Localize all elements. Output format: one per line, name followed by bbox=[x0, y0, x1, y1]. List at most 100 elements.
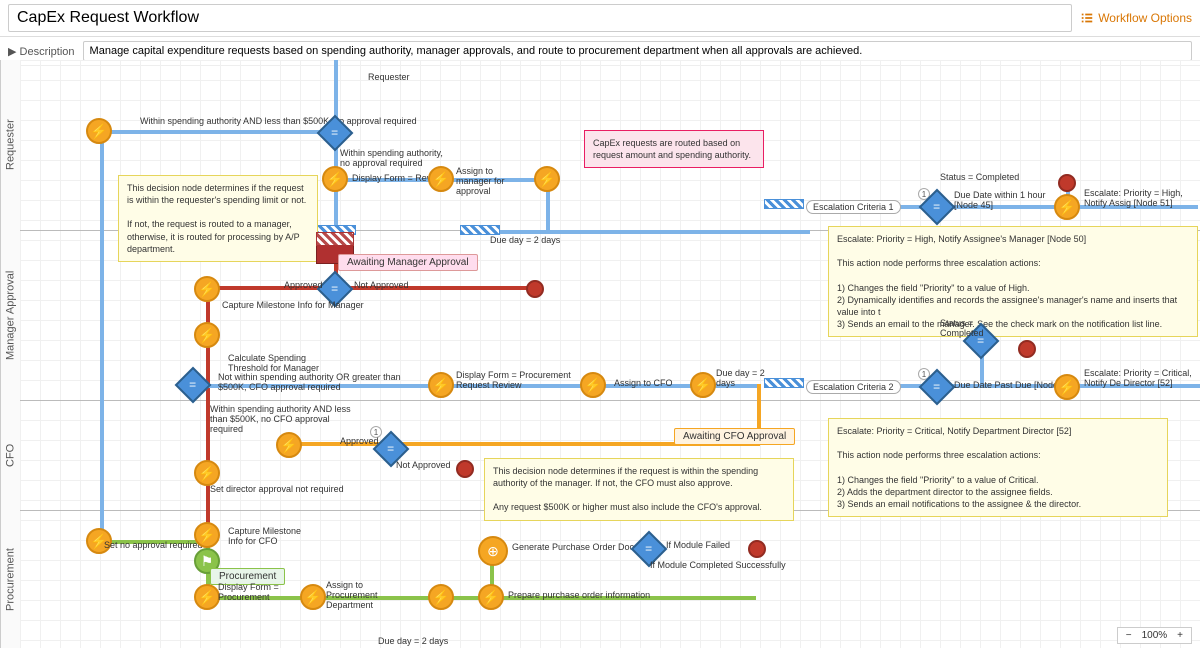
node-label: Due day = 2 days bbox=[716, 368, 766, 388]
note-line: 3) Sends an email notifications to the a… bbox=[837, 498, 1159, 510]
action-node[interactable]: ⚡ bbox=[428, 166, 454, 192]
note-escalation-52: Escalate: Priority = Critical, Notify De… bbox=[828, 418, 1168, 517]
note-line: This action node performs three escalati… bbox=[837, 449, 1159, 461]
node-label: Assign to Procurement Department bbox=[326, 580, 406, 610]
node-label: Display Form = Procurement Request Revie… bbox=[456, 370, 576, 390]
action-node[interactable]: ⚡ bbox=[428, 372, 454, 398]
action-node[interactable]: ⚡ bbox=[276, 432, 302, 458]
action-node[interactable]: ⚡ bbox=[322, 166, 348, 192]
stop-node[interactable] bbox=[748, 540, 766, 558]
bolt-icon: ⚡ bbox=[1058, 379, 1075, 396]
note-line: 1) Changes the field "Priority" to a val… bbox=[837, 474, 1159, 486]
bolt-icon: ⚡ bbox=[198, 527, 215, 544]
bolt-icon: ⚑ bbox=[201, 553, 214, 570]
action-node[interactable]: ⚡ bbox=[690, 372, 716, 398]
action-node[interactable]: ⚡ bbox=[428, 584, 454, 610]
note-line: 2) Dynamically identifies and records th… bbox=[837, 294, 1189, 318]
equals-icon: = bbox=[331, 282, 338, 296]
equals-icon: = bbox=[933, 380, 940, 394]
node-label: Due Date within 1 hour [Node 45] bbox=[954, 190, 1064, 210]
escalation-hatch bbox=[460, 225, 500, 235]
equals-icon: = bbox=[189, 378, 196, 392]
note-line: If not, the request is routed to a manag… bbox=[127, 218, 309, 254]
milestone-label: Awaiting CFO Approval bbox=[674, 428, 795, 445]
bolt-icon: ⚡ bbox=[694, 377, 711, 394]
action-node[interactable]: ⚡ bbox=[194, 322, 220, 348]
node-label: Status = Completed bbox=[940, 172, 1019, 182]
list-icon bbox=[1080, 11, 1094, 25]
connector bbox=[100, 130, 104, 540]
action-node[interactable]: ⚡ bbox=[86, 118, 112, 144]
bolt-icon: ⚡ bbox=[304, 589, 321, 606]
action-node[interactable]: ⚡ bbox=[478, 584, 504, 610]
description-input[interactable] bbox=[83, 41, 1192, 61]
action-node[interactable]: ⚡ bbox=[194, 584, 220, 610]
bolt-icon: ⚡ bbox=[198, 465, 215, 482]
bolt-icon: ⚡ bbox=[538, 171, 555, 188]
note-line: 2) Adds the department director to the a… bbox=[837, 486, 1159, 498]
lane-divider bbox=[0, 400, 1200, 401]
workflow-options-button[interactable]: Workflow Options bbox=[1080, 11, 1192, 25]
bolt-icon: ⚡ bbox=[90, 123, 107, 140]
node-label: Escalate: Priority = High, Notify Assig … bbox=[1084, 188, 1200, 208]
stop-node[interactable] bbox=[526, 280, 544, 298]
node-label: Prepare purchase order information bbox=[508, 590, 650, 600]
zoom-out-button[interactable]: − bbox=[1126, 630, 1132, 641]
node-label: If Module Failed bbox=[666, 540, 730, 550]
node-label: If Module Completed Successfully bbox=[650, 560, 786, 570]
action-node[interactable]: ⚡ bbox=[194, 460, 220, 486]
lane-manager: Manager Approval bbox=[0, 230, 20, 400]
note-cfo: This decision node determines if the req… bbox=[484, 458, 794, 521]
node-label: Set director approval not required bbox=[210, 484, 344, 494]
bolt-icon: ⚡ bbox=[432, 377, 449, 394]
zoom-control: − 100% + bbox=[1117, 627, 1192, 644]
escalation-pill[interactable]: Escalation Criteria 1 bbox=[806, 200, 901, 214]
workflow-canvas[interactable]: Requester Manager Approval CFO Procureme… bbox=[0, 60, 1200, 648]
escalation-pill[interactable]: Escalation Criteria 2 bbox=[806, 380, 901, 394]
equals-icon: = bbox=[331, 126, 338, 140]
module-node[interactable]: ⊕ bbox=[478, 536, 508, 566]
stop-node[interactable] bbox=[456, 460, 474, 478]
bolt-icon: ⚡ bbox=[584, 377, 601, 394]
action-node[interactable]: ⚡ bbox=[534, 166, 560, 192]
note-line: Any request $500K or higher must also in… bbox=[493, 501, 785, 513]
bolt-icon: ⚡ bbox=[432, 589, 449, 606]
node-label: Assign to CFO bbox=[614, 378, 673, 388]
workflow-title-input[interactable] bbox=[8, 4, 1072, 32]
node-label: Display Form = Procurement bbox=[218, 582, 288, 602]
bolt-icon: ⚡ bbox=[280, 437, 297, 454]
node-label: Escalate: Priority = Critical, Notify De… bbox=[1084, 368, 1200, 388]
node-label: Set no approval required bbox=[104, 540, 203, 550]
action-node[interactable]: ⚡ bbox=[1054, 194, 1080, 220]
node-label: Capture Milestone Info for CFO bbox=[228, 526, 308, 546]
node-label: Calculate Spending Threshold for Manager bbox=[228, 353, 348, 373]
node-label: Status = Completed bbox=[940, 318, 1000, 338]
escalation-hatch bbox=[764, 378, 804, 388]
lane-requester: Requester bbox=[0, 60, 20, 230]
description-toggle[interactable]: ▶ Description bbox=[8, 45, 75, 58]
stop-node[interactable] bbox=[1018, 340, 1036, 358]
note-line: Escalate: Priority = Critical, Notify De… bbox=[837, 425, 1159, 437]
action-node[interactable]: ⚡ bbox=[1054, 374, 1080, 400]
action-node[interactable]: ⚡ bbox=[300, 584, 326, 610]
equals-icon: = bbox=[933, 200, 940, 214]
note-routing: CapEx requests are routed based on reque… bbox=[584, 130, 764, 168]
node-label: Not Approved bbox=[396, 460, 451, 470]
action-node[interactable]: ⚡ bbox=[194, 276, 220, 302]
zoom-in-button[interactable]: + bbox=[1177, 630, 1183, 641]
bolt-icon: ⚡ bbox=[198, 281, 215, 298]
lane-procurement: Procurement bbox=[0, 510, 20, 648]
node-label: Assign to manager for approval bbox=[456, 166, 526, 196]
equals-icon: = bbox=[387, 442, 394, 456]
action-node[interactable]: ⚡ bbox=[194, 522, 220, 548]
node-label: Not within spending authority OR greater… bbox=[218, 372, 428, 392]
bolt-icon: ⚡ bbox=[482, 589, 499, 606]
node-label: Capture Milestone Info for Manager bbox=[222, 300, 364, 310]
node-label: Within spending authority AND less than … bbox=[210, 404, 360, 434]
bolt-icon: ⚡ bbox=[432, 171, 449, 188]
note-escalation-50: Escalate: Priority = High, Notify Assign… bbox=[828, 226, 1198, 337]
note-line: 3) Sends an email to the manager. See th… bbox=[837, 318, 1189, 330]
action-node[interactable]: ⚡ bbox=[580, 372, 606, 398]
node-label: Within spending authority, no approval r… bbox=[340, 148, 450, 168]
node-label: Due day = 2 days bbox=[378, 636, 448, 646]
